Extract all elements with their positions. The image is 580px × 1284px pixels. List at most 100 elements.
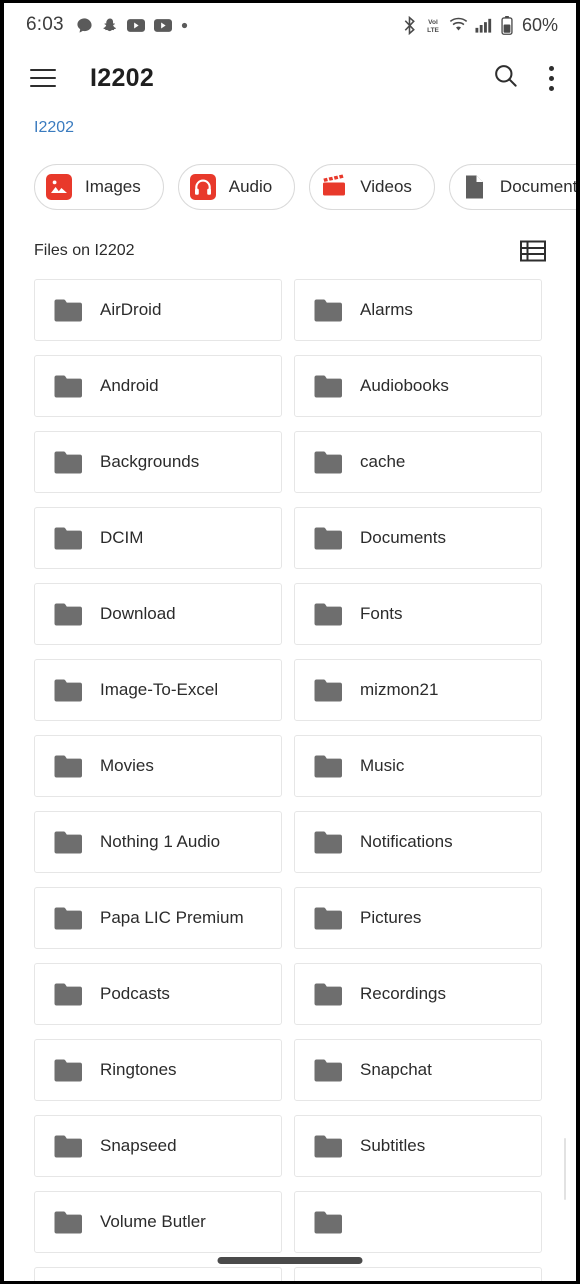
gesture-nav-pill[interactable] [217, 1257, 363, 1264]
file-card[interactable]: Backgrounds [34, 431, 282, 493]
status-time: 6:03 [26, 14, 64, 35]
file-card[interactable]: Papa LIC Premium [34, 887, 282, 949]
chip-images[interactable]: Images [34, 164, 164, 210]
folder-icon [53, 1058, 83, 1083]
file-name: Image-To-Excel [100, 680, 219, 699]
file-card[interactable]: Image-To-Excel [34, 659, 282, 721]
folder-icon [53, 1134, 83, 1159]
folder-icon [53, 602, 83, 627]
file-card[interactable]: Snapchat [294, 1039, 542, 1101]
hamburger-menu-icon[interactable] [30, 69, 56, 87]
folder-icon [313, 1134, 343, 1159]
folder-icon [53, 450, 83, 475]
file-card[interactable] [294, 1267, 542, 1281]
folder-icon [313, 678, 343, 703]
file-grid: AirDroid Alarms Android Audiobooks Backgroun… [4, 263, 576, 1281]
chat-bubble-icon [76, 17, 93, 34]
folder-icon [313, 602, 343, 627]
file-card[interactable]: Notifications [294, 811, 542, 873]
file-card[interactable]: Download [34, 583, 282, 645]
file-name: Pictures [360, 908, 422, 927]
file-card[interactable]: Audiobooks [294, 355, 542, 417]
folder-icon [313, 906, 343, 931]
chip-videos[interactable]: Videos [309, 164, 435, 210]
folder-icon [313, 1058, 343, 1083]
file-name: Android [100, 376, 159, 395]
file-card[interactable]: Recordings [294, 963, 542, 1025]
folder-icon [313, 754, 343, 779]
folder-icon [53, 830, 83, 855]
volte-icon: Vol LTE [424, 16, 442, 35]
status-bar: 6:03 Vol LTE 60% [4, 3, 576, 47]
folder-icon [53, 982, 83, 1007]
chip-audio[interactable]: Audio [177, 164, 296, 210]
file-name: Audiobooks [360, 376, 449, 395]
file-card[interactable]: Music [294, 735, 542, 797]
file-card[interactable]: Pictures [294, 887, 542, 949]
file-name: Ringtones [100, 1060, 177, 1079]
headphones-icon [189, 174, 216, 200]
svg-text:LTE: LTE [427, 27, 439, 34]
vertical-scrollbar[interactable] [563, 1138, 566, 1200]
category-chip-row[interactable]: Images Audio Videos Documen [4, 137, 576, 213]
file-name: Movies [100, 756, 154, 775]
folder-icon [53, 526, 83, 551]
file-card[interactable]: cache [294, 431, 542, 493]
chip-label: Images [85, 177, 141, 196]
folder-icon [53, 374, 83, 399]
file-card[interactable]: Podcasts [34, 963, 282, 1025]
file-card[interactable]: Subtitles [294, 1115, 542, 1177]
image-icon [46, 174, 72, 200]
folder-icon [313, 830, 343, 855]
file-card[interactable]: DCIM [34, 507, 282, 569]
file-name: cache [360, 452, 406, 471]
bluetooth-icon [402, 15, 417, 35]
file-card[interactable]: AirDroid [34, 279, 282, 341]
page-title: I2202 [90, 63, 155, 92]
file-card[interactable] [34, 1267, 282, 1281]
battery-icon [501, 15, 513, 35]
file-name: Nothing 1 Audio [100, 832, 221, 851]
chip-label: Videos [360, 177, 412, 196]
file-name: Snapseed [100, 1136, 177, 1155]
folder-icon [53, 754, 83, 779]
file-card[interactable]: Nothing 1 Audio [34, 811, 282, 873]
file-card[interactable]: Ringtones [34, 1039, 282, 1101]
file-card[interactable]: mizmon21 [294, 659, 542, 721]
list-view-icon[interactable] [520, 239, 546, 263]
breadcrumb: I2202 [4, 109, 576, 137]
file-card[interactable]: Android [34, 355, 282, 417]
signal-icon [475, 17, 494, 33]
file-card[interactable]: Volume Butler [34, 1191, 282, 1253]
file-card[interactable]: Alarms [294, 279, 542, 341]
folder-icon [53, 1210, 83, 1235]
file-card[interactable]: Fonts [294, 583, 542, 645]
file-name: Alarms [360, 300, 413, 319]
folder-icon [53, 678, 83, 703]
file-name: Papa LIC Premium [100, 908, 244, 927]
file-name: Podcasts [100, 984, 170, 1003]
file-name: Notifications [360, 832, 453, 851]
file-name: Backgrounds [100, 452, 200, 471]
files-section-header: Files on I2202 [4, 213, 576, 263]
search-icon[interactable] [492, 62, 519, 94]
folder-icon [53, 906, 83, 931]
more-vert-icon[interactable] [549, 65, 554, 91]
document-icon [461, 174, 487, 200]
app-bar-actions [492, 62, 554, 94]
battery-percent-label: 60% [521, 14, 558, 35]
folder-icon [53, 298, 83, 323]
file-card[interactable]: Documents [294, 507, 542, 569]
file-card[interactable]: Movies [34, 735, 282, 797]
folder-icon [313, 450, 343, 475]
svg-text:Vol: Vol [428, 18, 438, 25]
file-card[interactable]: Snapseed [34, 1115, 282, 1177]
breadcrumb-item-root[interactable]: I2202 [34, 119, 74, 136]
file-card[interactable] [294, 1191, 542, 1253]
chip-label: Documents [499, 177, 576, 196]
file-name: DCIM [100, 528, 144, 547]
folder-icon [313, 298, 343, 323]
file-name: Fonts [360, 604, 403, 623]
phone-screen: 6:03 Vol LTE 60% I2202 I2202 Images Audi… [0, 0, 580, 1284]
chip-documents[interactable]: Documents [448, 164, 576, 210]
